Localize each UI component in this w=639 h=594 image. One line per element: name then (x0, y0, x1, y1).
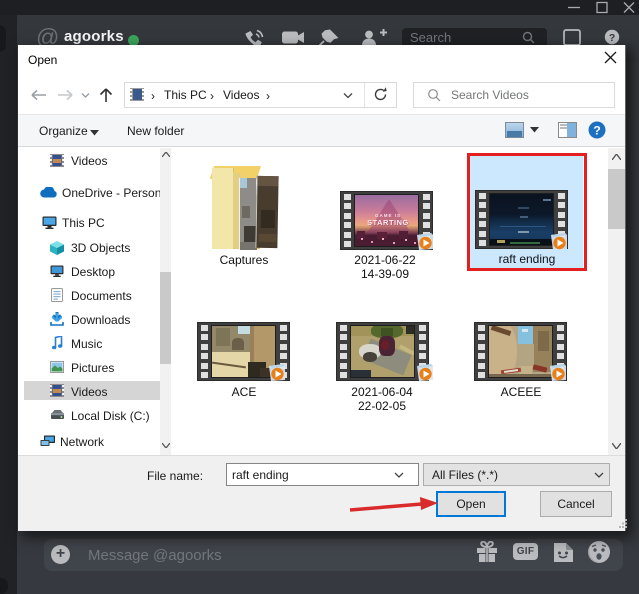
svg-text:?: ? (609, 33, 615, 44)
svg-text:?: ? (593, 124, 600, 138)
